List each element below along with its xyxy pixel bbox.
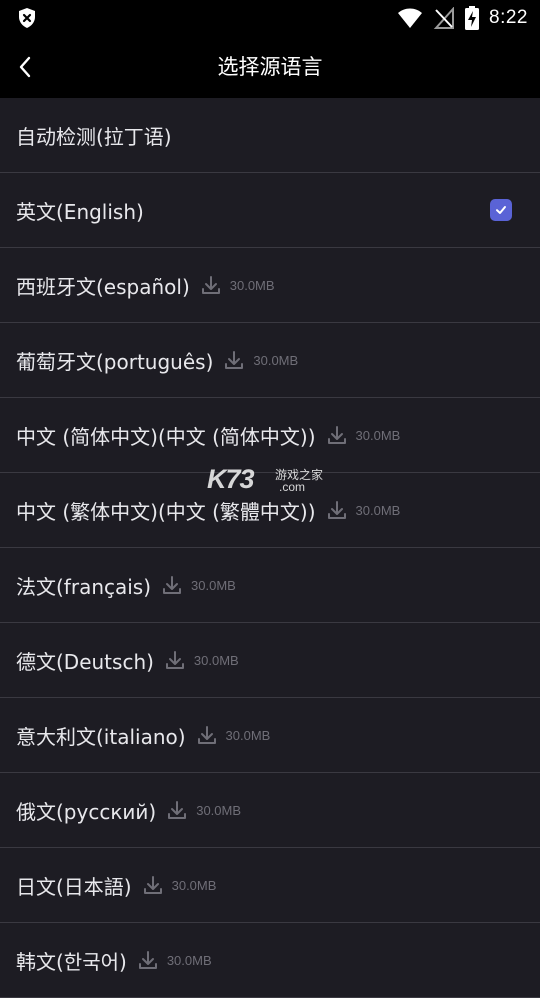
download-size: 30.0MB	[196, 802, 242, 818]
download-size: 30.0MB	[225, 727, 271, 743]
language-label: 德文(Deutsch)	[16, 649, 154, 674]
download-group[interactable]: 30.0MB	[223, 349, 298, 371]
no-sim-icon	[433, 7, 455, 29]
download-group[interactable]: 30.0MB	[326, 424, 401, 446]
download-size: 30.0MB	[193, 652, 239, 668]
language-label: 韩文(한국어)	[16, 949, 127, 974]
status-time: 8:22	[489, 7, 528, 28]
language-list: 自动检测(拉丁语) 英文(English) 西班牙文(español) 30.0MB 葡…	[0, 98, 540, 998]
language-row[interactable]: 法文(français) 30.0MB	[0, 548, 540, 623]
download-group[interactable]: 30.0MB	[164, 649, 239, 671]
download-icon	[143, 876, 162, 894]
download-group[interactable]: 30.0MB	[196, 724, 271, 746]
download-group[interactable]: 30.0MB	[200, 274, 275, 296]
download-icon	[327, 501, 346, 519]
language-row[interactable]: 中文 (简体中文)(中文 (简体中文)) 30.0MB	[0, 398, 540, 473]
wifi-icon	[398, 8, 423, 28]
selected-checkbox[interactable]	[490, 199, 512, 221]
language-row[interactable]: 英文(English)	[0, 173, 540, 248]
language-row[interactable]: 韩文(한국어) 30.0MB	[0, 923, 540, 998]
language-label: 西班牙文(español)	[16, 274, 190, 299]
download-size: 30.0MB	[355, 502, 401, 518]
language-row[interactable]: 自动检测(拉丁语)	[0, 98, 540, 173]
chevron-left-icon	[19, 56, 31, 78]
download-group[interactable]: 30.0MB	[326, 499, 401, 521]
download-group[interactable]: 30.0MB	[161, 574, 236, 596]
download-group[interactable]: 30.0MB	[166, 799, 241, 821]
download-icon	[197, 726, 216, 744]
language-row[interactable]: 中文 (繁体中文)(中文 (繁體中文)) 30.0MB	[0, 473, 540, 548]
language-label: 英文(English)	[16, 199, 144, 224]
shield-x-icon	[19, 8, 35, 28]
download-icon	[163, 576, 182, 594]
download-size: 30.0MB	[191, 577, 236, 593]
language-row[interactable]: 俄文(русский) 30.0MB	[0, 773, 540, 848]
language-row[interactable]: 葡萄牙文(português) 30.0MB	[0, 323, 540, 398]
back-button[interactable]	[8, 48, 42, 86]
download-size: 30.0MB	[229, 277, 275, 293]
download-size: 30.0MB	[253, 352, 299, 368]
download-size: 30.0MB	[166, 952, 212, 968]
language-label: 法文(français)	[16, 574, 152, 599]
status-bar: 8:22	[0, 0, 540, 36]
language-row[interactable]: 日文(日本語) 30.0MB	[0, 848, 540, 923]
download-icon	[225, 351, 244, 369]
language-row[interactable]: 德文(Deutsch) 30.0MB	[0, 623, 540, 698]
check-icon	[496, 206, 506, 214]
language-label: 日文(日本語)	[16, 874, 132, 899]
download-icon	[327, 426, 346, 444]
status-right-group: 8:22	[397, 0, 528, 36]
language-label: 葡萄牙文(português)	[16, 349, 214, 374]
download-group[interactable]: 30.0MB	[142, 874, 217, 896]
download-icon	[138, 951, 157, 969]
download-group[interactable]: 30.0MB	[137, 949, 212, 971]
download-icon	[201, 276, 220, 294]
page-title: 选择源语言	[217, 55, 323, 79]
download-icon	[168, 801, 187, 819]
download-size: 30.0MB	[171, 877, 217, 893]
language-label: 俄文(русский)	[16, 799, 157, 824]
battery-charging-icon	[465, 6, 480, 30]
language-label: 自动检测(拉丁语)	[16, 124, 172, 149]
language-row[interactable]: 意大利文(italiano) 30.0MB	[0, 698, 540, 773]
download-icon	[165, 651, 184, 669]
language-row[interactable]: 西班牙文(español) 30.0MB	[0, 248, 540, 323]
download-size: 30.0MB	[355, 427, 401, 443]
app-bar: 选择源语言	[0, 36, 540, 98]
language-label: 意大利文(italiano)	[16, 724, 186, 749]
language-label: 中文 (简体中文)(中文 (简体中文))	[16, 424, 316, 449]
language-label: 中文 (繁体中文)(中文 (繁體中文))	[16, 499, 316, 524]
